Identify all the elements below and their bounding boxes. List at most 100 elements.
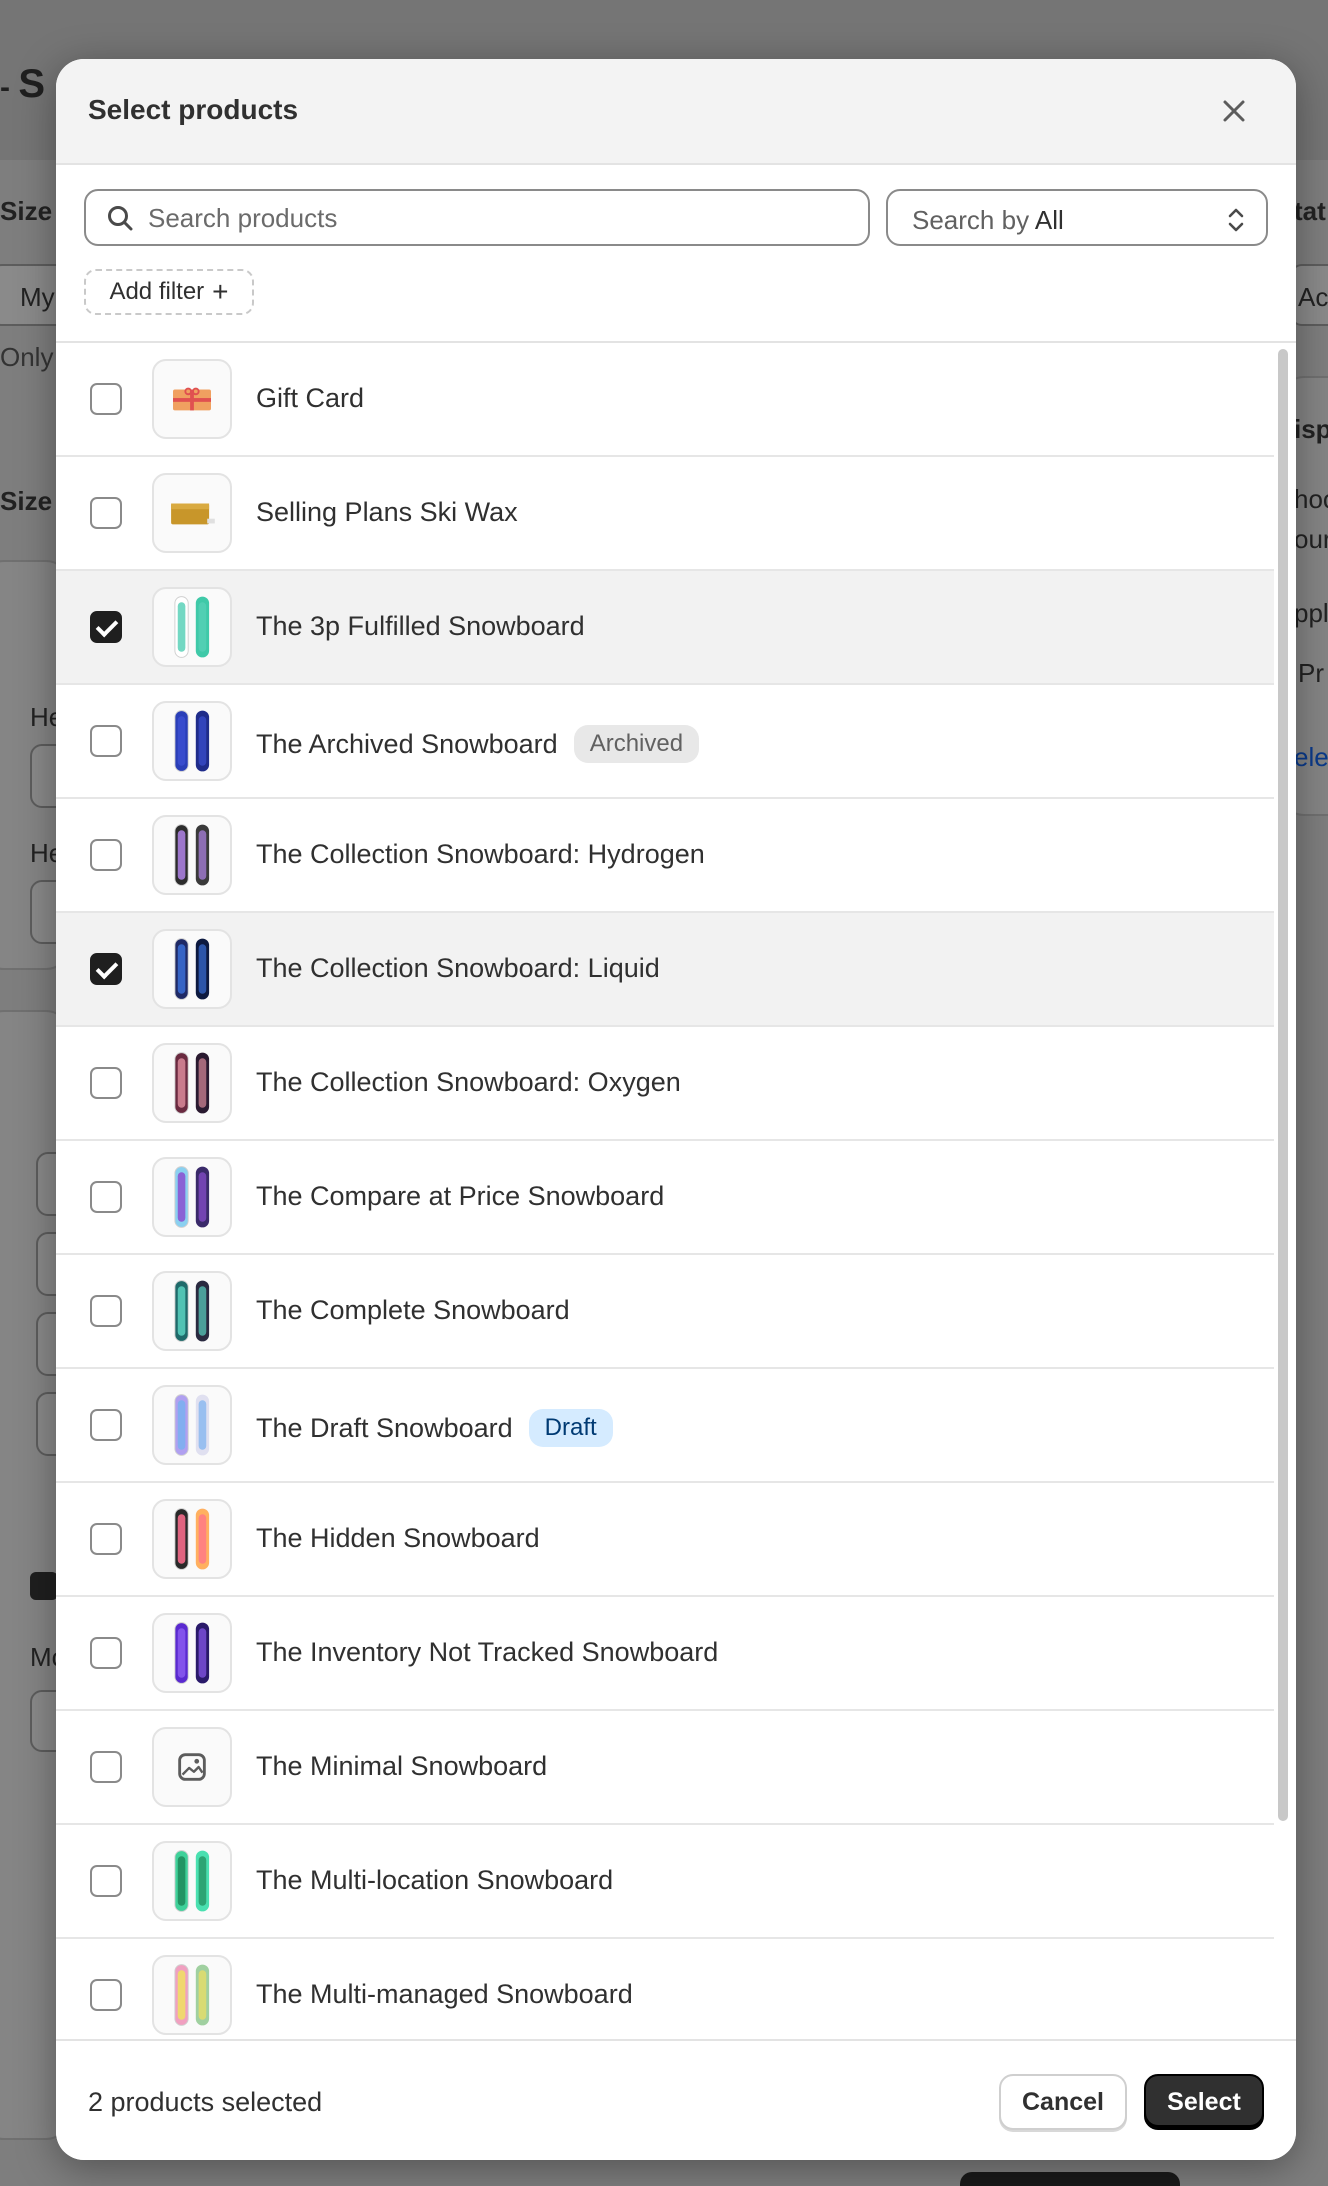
product-row[interactable]: The Complete Snowboard — [56, 1255, 1274, 1369]
snowboard-image — [152, 1043, 232, 1123]
product-row[interactable]: The Inventory Not Tracked Snowboard — [56, 1597, 1274, 1711]
snowboard-image — [152, 1841, 232, 1921]
product-title: The Complete Snowboard — [256, 1295, 570, 1325]
product-name: The 3p Fulfilled Snowboard — [256, 611, 585, 642]
background-text: ppl — [1294, 598, 1328, 628]
close-button[interactable] — [1216, 93, 1252, 129]
checkbox[interactable] — [90, 1751, 122, 1783]
snowboard-image — [152, 1499, 232, 1579]
product-name: The Multi-managed Snowboard — [256, 1979, 633, 2010]
product-name: The Collection Snowboard: Liquid — [256, 953, 660, 984]
select-products-modal: Select products Search by All Add filter… — [56, 59, 1296, 2160]
product-name: The Collection Snowboard: Hydrogen — [256, 839, 705, 870]
snowboard-image — [152, 701, 232, 781]
select-button[interactable]: Select — [1144, 2074, 1264, 2130]
product-row[interactable]: The Hidden Snowboard — [56, 1483, 1274, 1597]
search-by-select[interactable]: Search by All — [886, 189, 1268, 246]
background-text: Size — [0, 196, 53, 226]
product-title: The Collection Snowboard: Hydrogen — [256, 839, 705, 869]
snowboard-image — [152, 1955, 232, 2035]
close-icon — [1223, 100, 1245, 122]
background-text: Size — [0, 486, 53, 516]
checkbox[interactable] — [90, 725, 122, 757]
product-list[interactable]: Gift Card Selling Plans Ski Wax The 3p Ful… — [56, 341, 1296, 2039]
product-row[interactable]: The Archived Snowboard Archived — [56, 685, 1274, 799]
product-name: The Archived Snowboard Archived — [256, 725, 700, 763]
background-page-title: - S — [0, 62, 46, 106]
checkbox[interactable] — [90, 1865, 122, 1897]
background-text: My — [20, 282, 55, 312]
snowboard-image — [152, 1271, 232, 1351]
product-name: The Multi-location Snowboard — [256, 1865, 613, 1896]
draft-badge: Draft — [528, 1409, 613, 1447]
add-filter-button[interactable]: Add filter + — [84, 269, 254, 315]
product-row[interactable]: The Multi-managed Snowboard — [56, 1939, 1274, 2039]
product-name: The Minimal Snowboard — [256, 1751, 547, 1782]
plus-icon: + — [212, 276, 229, 307]
snowboard-image — [152, 1613, 232, 1693]
search-by-label: Search by All — [912, 205, 1064, 235]
checkbox-checked[interactable] — [90, 953, 122, 985]
checkbox[interactable] — [90, 1409, 122, 1441]
scrollbar[interactable] — [1278, 349, 1288, 1821]
gift-card-image — [152, 359, 232, 439]
ski-wax-image — [152, 473, 232, 553]
product-title: The Minimal Snowboard — [256, 1751, 548, 1781]
product-row[interactable]: The Multi-location Snowboard — [56, 1825, 1274, 1939]
product-name: The Draft Snowboard Draft — [256, 1409, 613, 1447]
checkbox[interactable] — [90, 1979, 122, 2011]
modal-header: Select products — [56, 59, 1296, 165]
checkbox[interactable] — [90, 1523, 122, 1555]
background-text: Only — [0, 342, 54, 372]
checkbox[interactable] — [90, 1637, 122, 1669]
checkbox[interactable] — [90, 839, 122, 871]
product-row[interactable]: The 3p Fulfilled Snowboard — [56, 571, 1274, 685]
modal-title: Select products — [88, 94, 299, 125]
snowboard-image — [152, 1157, 232, 1237]
cancel-button[interactable]: Cancel — [999, 2074, 1127, 2130]
product-row[interactable]: The Compare at Price Snowboard — [56, 1141, 1274, 1255]
checkbox[interactable] — [90, 497, 122, 529]
product-row[interactable]: The Draft Snowboard Draft — [56, 1369, 1274, 1483]
product-name: The Hidden Snowboard — [256, 1523, 540, 1554]
product-row[interactable]: The Minimal Snowboard — [56, 1711, 1274, 1825]
product-row[interactable]: The Collection Snowboard: Liquid — [56, 913, 1274, 1027]
background-checkbox — [30, 1572, 58, 1600]
select-chevrons-icon — [1228, 208, 1244, 232]
product-row[interactable]: The Collection Snowboard: Oxygen — [56, 1027, 1274, 1141]
background-text: hoo — [1294, 484, 1328, 514]
selected-count: 2 products selected — [88, 2087, 323, 2117]
snowboard-image — [152, 929, 232, 1009]
product-row[interactable]: The Collection Snowboard: Hydrogen — [56, 799, 1274, 913]
checkbox[interactable] — [90, 1181, 122, 1213]
background-text: Pr — [1298, 658, 1324, 688]
product-name: The Complete Snowboard — [256, 1295, 570, 1326]
product-title: The Multi-location Snowboard — [256, 1865, 614, 1895]
product-title: The Hidden Snowboard — [256, 1523, 540, 1553]
checkbox[interactable] — [90, 1295, 122, 1327]
search-box[interactable] — [84, 189, 870, 246]
product-title: The Draft Snowboard — [256, 1413, 513, 1443]
product-title: The Collection Snowboard: Liquid — [256, 953, 660, 983]
checkbox-checked[interactable] — [90, 611, 122, 643]
search-input[interactable] — [148, 199, 848, 237]
background-text: Ac — [1298, 282, 1328, 312]
product-title: Gift Card — [256, 383, 365, 413]
checkbox[interactable] — [90, 383, 122, 415]
search-by-value: All — [1034, 205, 1064, 235]
product-name: The Compare at Price Snowboard — [256, 1181, 664, 1212]
product-title: The Collection Snowboard: Oxygen — [256, 1067, 681, 1097]
product-name: The Inventory Not Tracked Snowboard — [256, 1637, 718, 1668]
product-title: The Compare at Price Snowboard — [256, 1181, 665, 1211]
product-title: The Multi-managed Snowboard — [256, 1979, 633, 2009]
background-text: our — [1294, 524, 1328, 554]
product-row[interactable]: Gift Card — [56, 343, 1274, 457]
add-filter-label: Add filter — [109, 278, 205, 305]
snowboard-image — [152, 1385, 232, 1465]
checkbox[interactable] — [90, 1067, 122, 1099]
product-title: The 3p Fulfilled Snowboard — [256, 611, 585, 641]
background-text: tat — [1294, 196, 1326, 226]
product-title: The Archived Snowboard — [256, 729, 558, 759]
image-placeholder-icon — [152, 1727, 232, 1807]
product-row[interactable]: Selling Plans Ski Wax — [56, 457, 1274, 571]
